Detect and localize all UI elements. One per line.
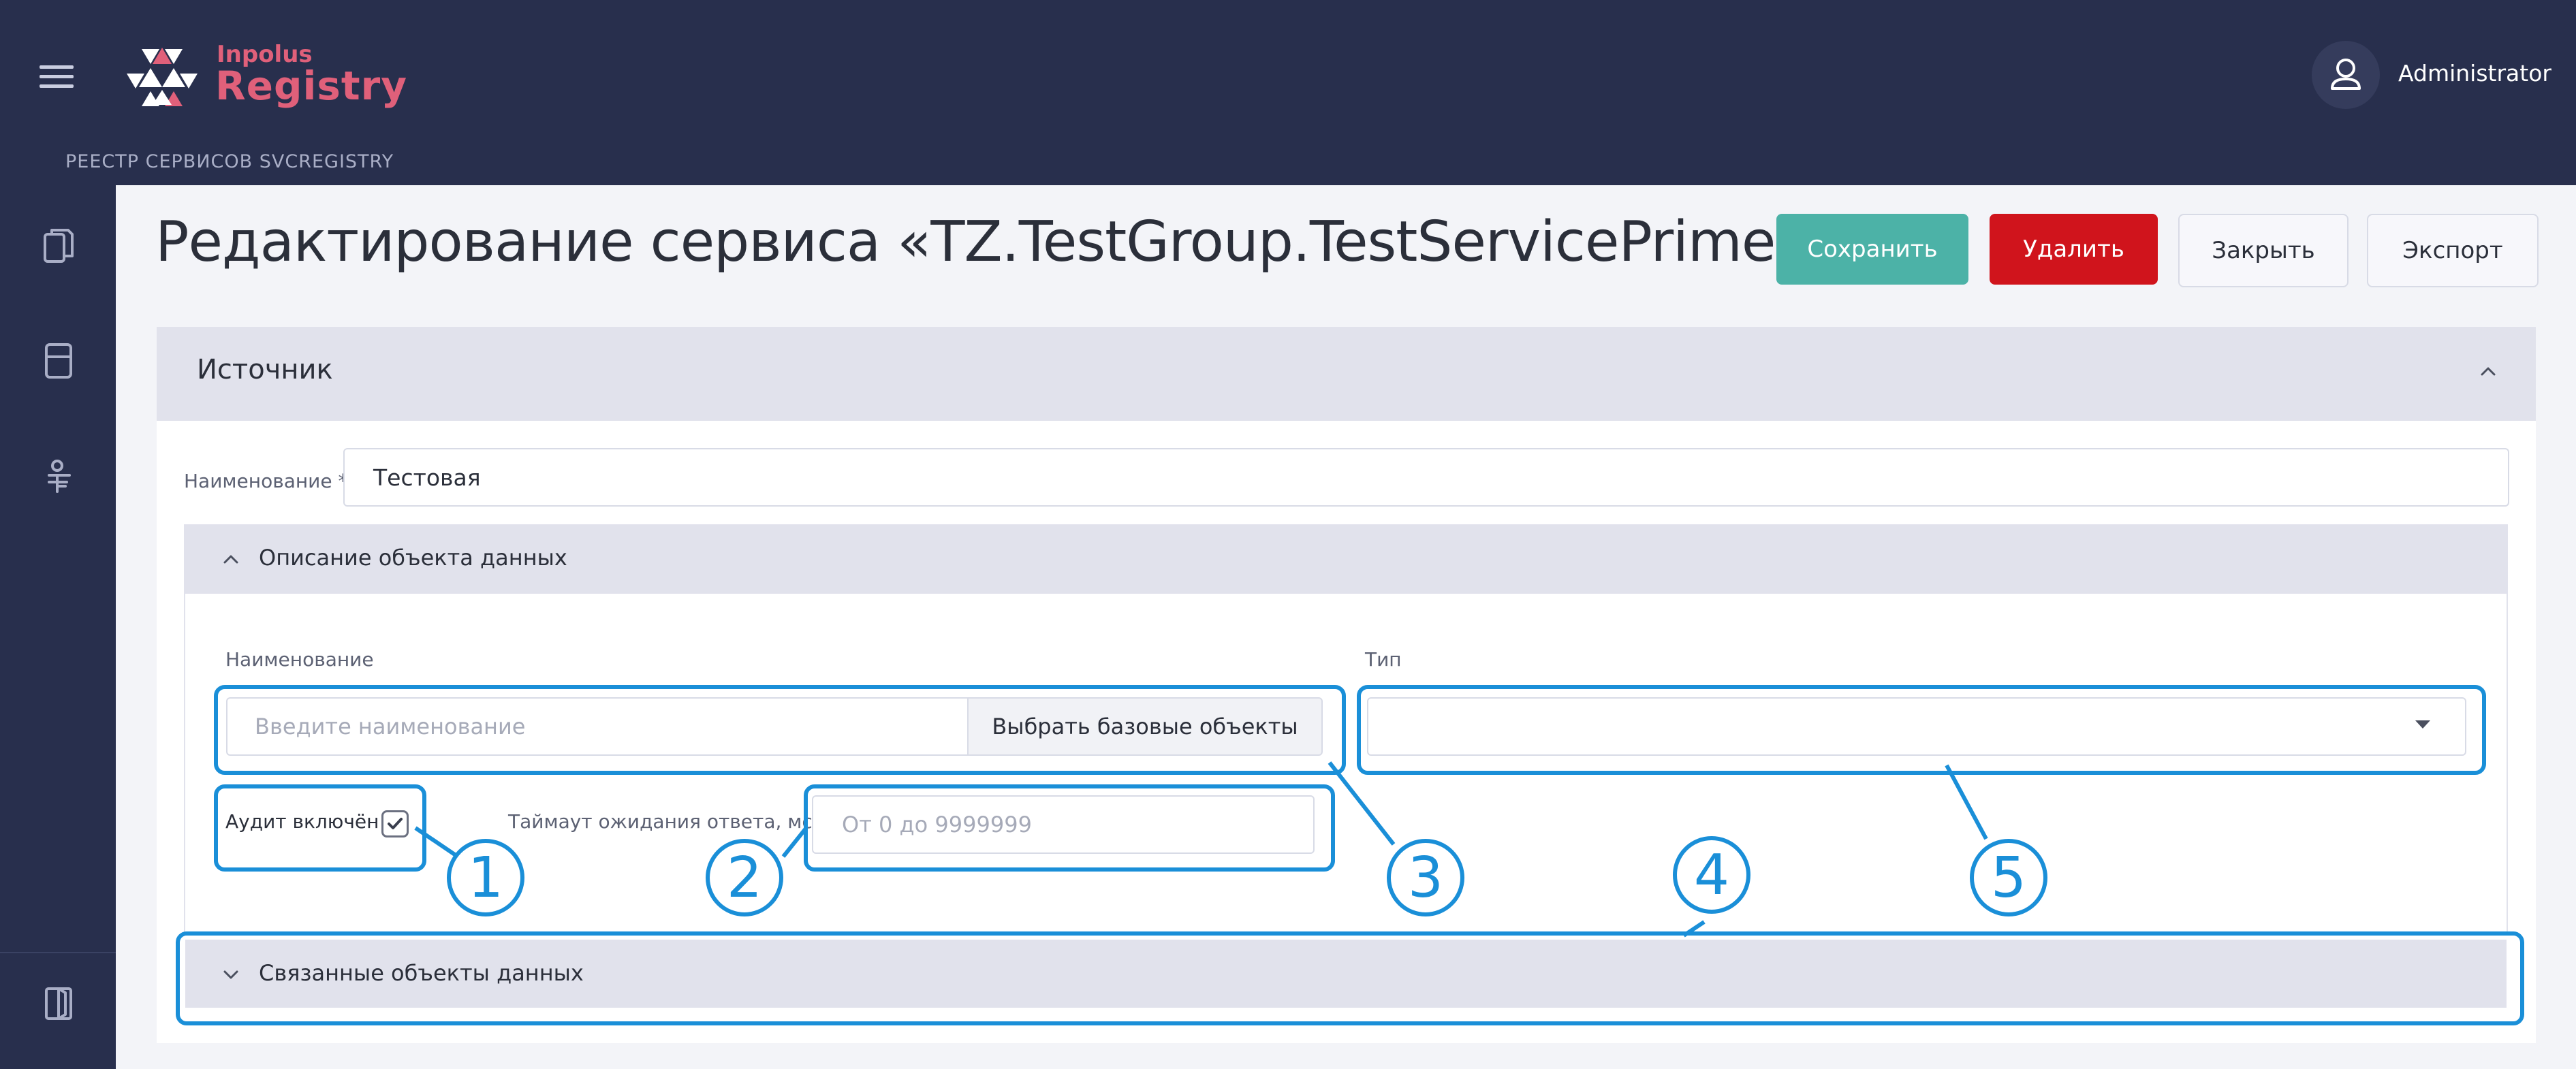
documents-icon[interactable] bbox=[41, 226, 76, 267]
callout-number-1: 1 bbox=[447, 839, 524, 916]
callout-number-4: 4 bbox=[1673, 836, 1750, 914]
source-section-title: Источник bbox=[197, 354, 333, 385]
sidebar bbox=[0, 185, 116, 1069]
chevron-up-icon[interactable] bbox=[2478, 361, 2498, 381]
name-input[interactable]: Тестовая bbox=[343, 448, 2509, 507]
user-icon bbox=[2331, 59, 2361, 90]
user-name[interactable]: Administrator bbox=[2398, 60, 2551, 86]
callout-box-4 bbox=[176, 931, 2524, 1025]
storage-icon[interactable] bbox=[41, 340, 76, 381]
callout-number-5: 5 bbox=[1970, 839, 2047, 916]
callout-box-2 bbox=[804, 784, 1335, 872]
callout-box-1 bbox=[214, 784, 426, 872]
object-type-label: Тип bbox=[1365, 648, 1402, 671]
callout-box-5 bbox=[1357, 685, 2486, 775]
delete-button[interactable]: Удалить bbox=[1990, 214, 2158, 285]
data-object-title: Описание объекта данных bbox=[259, 545, 567, 571]
menu-icon[interactable] bbox=[40, 63, 74, 90]
callout-number-2: 2 bbox=[706, 839, 783, 916]
user-avatar[interactable] bbox=[2312, 41, 2380, 109]
page-title: Редактирование сервиса «TZ.TestGroup.Tes… bbox=[155, 210, 1809, 274]
logo-text-main: Registry bbox=[215, 63, 408, 109]
save-button[interactable]: Сохранить bbox=[1776, 214, 1968, 285]
callout-number-3: 3 bbox=[1387, 839, 1464, 916]
source-section-header[interactable] bbox=[157, 327, 2536, 421]
registry-icon[interactable] bbox=[41, 455, 76, 496]
name-field-label: Наименование * bbox=[184, 470, 348, 492]
exit-icon[interactable] bbox=[41, 983, 76, 1024]
callout-box-3 bbox=[214, 685, 1346, 775]
chevron-up-icon[interactable] bbox=[221, 549, 241, 569]
logo-icon bbox=[127, 48, 198, 106]
timeout-label: Таймаут ожидания ответа, мсек. bbox=[508, 810, 842, 833]
close-button[interactable]: Закрыть bbox=[2178, 214, 2349, 287]
breadcrumb[interactable]: РЕЕСТР СЕРВИСОВ SVCREGISTRY bbox=[65, 151, 394, 172]
object-name-label: Наименование bbox=[225, 648, 374, 671]
sidebar-divider bbox=[0, 952, 116, 953]
export-button[interactable]: Экспорт bbox=[2367, 214, 2539, 287]
